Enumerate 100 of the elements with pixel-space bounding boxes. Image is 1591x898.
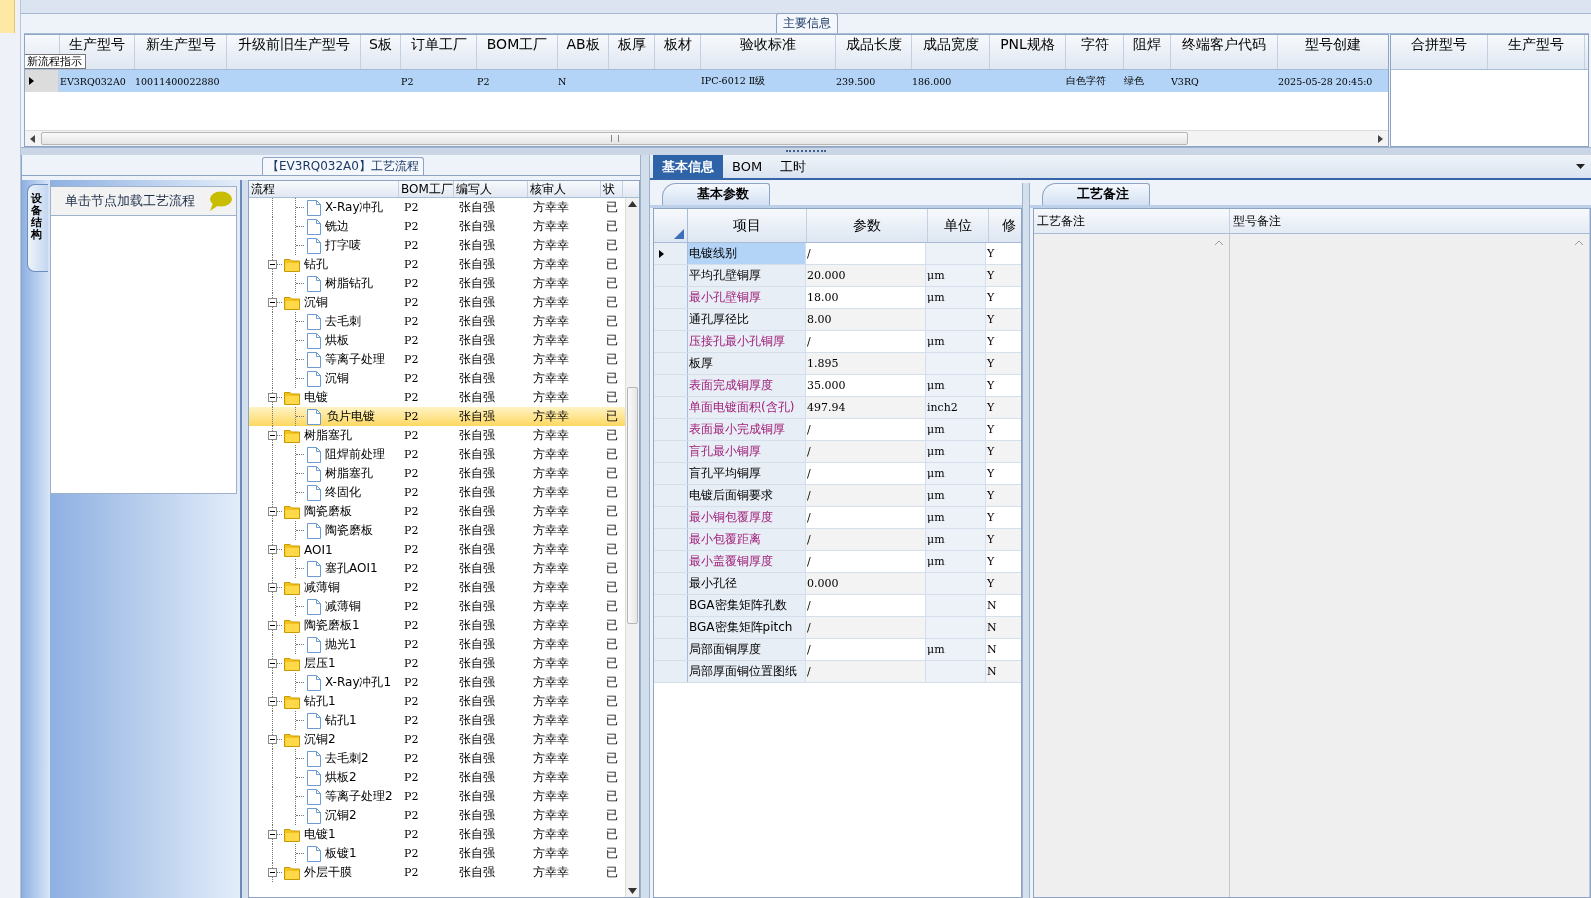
tree-row[interactable]: 层压1 P2 张自强 方幸幸 已 bbox=[249, 654, 625, 673]
tree-row[interactable]: 钻孔 P2 张自强 方幸幸 已 bbox=[249, 255, 625, 274]
collapse-icon[interactable] bbox=[268, 545, 277, 554]
column-header[interactable]: 项目 bbox=[688, 209, 807, 242]
tree-row[interactable]: 钻孔1 P2 张自强 方幸幸 已 bbox=[249, 692, 625, 711]
scroll-left-icon[interactable] bbox=[29, 134, 37, 143]
collapse-icon[interactable] bbox=[268, 621, 277, 630]
column-header[interactable]: BOM工厂 bbox=[399, 181, 454, 197]
tree-row[interactable]: 减薄铜 P2 张自强 方幸幸 已 bbox=[249, 597, 625, 616]
table-row[interactable]: 最小孔径 0.000 Y bbox=[654, 573, 1021, 595]
table-row[interactable]: BGA密集矩阵孔数 / N bbox=[654, 595, 1021, 617]
collapse-icon[interactable] bbox=[268, 298, 277, 307]
tree-row[interactable]: 树脂塞孔 P2 张自强 方幸幸 已 bbox=[249, 426, 625, 445]
table-row[interactable]: BGA密集矩阵pitch / N bbox=[654, 617, 1021, 639]
column-header[interactable]: 新生产型号 bbox=[135, 35, 227, 69]
tree-row[interactable]: AOI1 P2 张自强 方幸幸 已 bbox=[249, 540, 625, 559]
column-header[interactable]: 参数 bbox=[807, 209, 928, 242]
tab[interactable]: 基本参数 bbox=[662, 183, 770, 205]
column-header[interactable]: 核审人 bbox=[528, 181, 601, 197]
tree-row[interactable]: 等离子处理2 P2 张自强 方幸幸 已 bbox=[249, 787, 625, 806]
table-row[interactable]: EV3RQ032A0 10011400022880 P2 P2 N IPC-6012 Ⅱ级 239.500 186.000 白色字符 绿色 V3RQ 2025-05-28 20:45:0 bbox=[25, 70, 1388, 92]
column-header[interactable]: 终端客户代码 bbox=[1171, 35, 1278, 69]
tree-row[interactable]: 去毛刺2 P2 张自强 方幸幸 已 bbox=[249, 749, 625, 768]
column-header[interactable]: 升级前旧生产型号 bbox=[227, 35, 361, 69]
column-header[interactable]: BOM工厂 bbox=[477, 35, 558, 69]
column-header[interactable]: 状 bbox=[601, 181, 623, 197]
collapse-icon[interactable] bbox=[268, 393, 277, 402]
tree-row[interactable]: 铣边 P2 张自强 方幸幸 已 bbox=[249, 217, 625, 236]
table-row[interactable]: 盲孔最小铜厚 / μm Y bbox=[654, 441, 1021, 463]
tree-row[interactable]: 负片电镀 P2 张自强 方幸幸 已 bbox=[249, 407, 625, 426]
column-header[interactable]: 成品宽度 bbox=[912, 35, 990, 69]
tree-row[interactable]: 烘板2 P2 张自强 方幸幸 已 bbox=[249, 768, 625, 787]
column-header[interactable]: 板厚 bbox=[609, 35, 655, 69]
column-header[interactable]: 阻焊 bbox=[1124, 35, 1171, 69]
side-tab[interactable]: 设备结构 bbox=[27, 184, 48, 273]
table-row[interactable]: 局部面铜厚度 / μm N bbox=[654, 639, 1021, 661]
tree-row[interactable]: 沉铜2 P2 张自强 方幸幸 已 bbox=[249, 806, 625, 825]
horizontal-scrollbar[interactable] bbox=[25, 130, 1388, 146]
tree-row[interactable]: X-Ray冲孔 P2 张自强 方幸幸 已 bbox=[249, 198, 625, 217]
tree-row[interactable]: 沉铜2 P2 张自强 方幸幸 已 bbox=[249, 730, 625, 749]
tree-row[interactable]: 去毛刺 P2 张自强 方幸幸 已 bbox=[249, 312, 625, 331]
column-header[interactable]: 验收标准 bbox=[701, 35, 836, 69]
collapse-icon[interactable] bbox=[268, 659, 277, 668]
tree-row[interactable]: 等离子处理 P2 张自强 方幸幸 已 bbox=[249, 350, 625, 369]
column-header[interactable]: 型号创建 bbox=[1278, 35, 1388, 69]
table-row[interactable]: 电镀后面铜要求 / μm Y bbox=[654, 485, 1021, 507]
tree-row[interactable]: 减薄铜 P2 张自强 方幸幸 已 bbox=[249, 578, 625, 597]
tree-row[interactable]: 阻焊前处理 P2 张自强 方幸幸 已 bbox=[249, 445, 625, 464]
scroll-up-icon[interactable] bbox=[628, 201, 637, 207]
column-header[interactable]: 板材 bbox=[655, 35, 701, 69]
tree-row[interactable]: X-Ray冲孔1 P2 张自强 方幸幸 已 bbox=[249, 673, 625, 692]
column-header[interactable]: 成品长度 bbox=[836, 35, 912, 69]
tree-row[interactable]: 终固化 P2 张自强 方幸幸 已 bbox=[249, 483, 625, 502]
tree-row[interactable]: 树脂塞孔 P2 张自强 方幸幸 已 bbox=[249, 464, 625, 483]
scrollbar-thumb[interactable] bbox=[41, 132, 1188, 145]
collapse-icon[interactable] bbox=[268, 697, 277, 706]
vertical-scrollbar[interactable] bbox=[625, 198, 639, 897]
column-header[interactable]: 合拼型号 bbox=[1391, 35, 1488, 69]
table-row[interactable]: 通孔厚径比 8.00 Y bbox=[654, 309, 1021, 331]
tree-row[interactable]: 塞孔AOI1 P2 张自强 方幸幸 已 bbox=[249, 559, 625, 578]
tab[interactable]: 工艺备注 bbox=[1042, 183, 1150, 205]
tree-row[interactable]: 外层干膜 P2 张自强 方幸幸 已 bbox=[249, 863, 625, 882]
tab[interactable]: 基本信息 bbox=[653, 155, 723, 178]
collapse-icon[interactable] bbox=[268, 735, 277, 744]
tree-row[interactable]: 陶瓷磨板1 P2 张自强 方幸幸 已 bbox=[249, 616, 625, 635]
collapse-icon[interactable] bbox=[268, 431, 277, 440]
collapse-icon[interactable] bbox=[268, 583, 277, 592]
tree-row[interactable]: 板镀1 P2 张自强 方幸幸 已 bbox=[249, 844, 625, 863]
tree-row[interactable]: 打字唛 P2 张自强 方幸幸 已 bbox=[249, 236, 625, 255]
column-header[interactable]: 单位 bbox=[928, 209, 989, 242]
dropdown-icon[interactable] bbox=[1576, 164, 1585, 169]
tree-row[interactable]: 电镀1 P2 张自强 方幸幸 已 bbox=[249, 825, 625, 844]
tree-row[interactable]: 钻孔1 P2 张自强 方幸幸 已 bbox=[249, 711, 625, 730]
scrollbar-thumb[interactable] bbox=[627, 387, 638, 624]
collapse-icon[interactable] bbox=[268, 260, 277, 269]
column-header[interactable]: AB板 bbox=[558, 35, 609, 69]
scroll-down-icon[interactable] bbox=[628, 888, 637, 894]
tree-row[interactable]: 陶瓷磨板 P2 张自强 方幸幸 已 bbox=[249, 521, 625, 540]
table-row[interactable]: 电镀线别 / Y bbox=[654, 243, 1021, 265]
table-row[interactable]: 单面电镀面积(含孔) 497.94 inch2 Y bbox=[654, 397, 1021, 419]
tree-row[interactable]: 沉铜 P2 张自强 方幸幸 已 bbox=[249, 369, 625, 388]
column-header[interactable]: 订单工厂 bbox=[401, 35, 477, 69]
table-row[interactable]: 盲孔平均铜厚 / μm Y bbox=[654, 463, 1021, 485]
column-header[interactable]: 字符 bbox=[1066, 35, 1124, 69]
collapse-icon[interactable] bbox=[268, 507, 277, 516]
column-header[interactable]: S板 bbox=[361, 35, 401, 69]
tree-row[interactable]: 沉铜 P2 张自强 方幸幸 已 bbox=[249, 293, 625, 312]
table-row[interactable]: 平均孔壁铜厚 20.000 μm Y bbox=[654, 265, 1021, 287]
column-header[interactable]: 编写人 bbox=[454, 181, 528, 197]
table-row[interactable]: 板厚 1.895 Y bbox=[654, 353, 1021, 375]
collapse-icon[interactable] bbox=[268, 868, 277, 877]
column-header[interactable]: PNL规格 bbox=[990, 35, 1066, 69]
table-row[interactable]: 局部厚面铜位置图纸 / N bbox=[654, 661, 1021, 683]
tree-row[interactable]: 抛光1 P2 张自强 方幸幸 已 bbox=[249, 635, 625, 654]
tab[interactable]: BOM bbox=[723, 155, 772, 178]
table-row[interactable]: 最小包覆距离 / μm Y bbox=[654, 529, 1021, 551]
tree-row[interactable]: 树脂钻孔 P2 张自强 方幸幸 已 bbox=[249, 274, 625, 293]
tree-row[interactable]: 陶瓷磨板 P2 张自强 方幸幸 已 bbox=[249, 502, 625, 521]
tree-row[interactable]: 烘板 P2 张自强 方幸幸 已 bbox=[249, 331, 625, 350]
table-row[interactable]: 最小孔壁铜厚 18.00 μm Y bbox=[654, 287, 1021, 309]
